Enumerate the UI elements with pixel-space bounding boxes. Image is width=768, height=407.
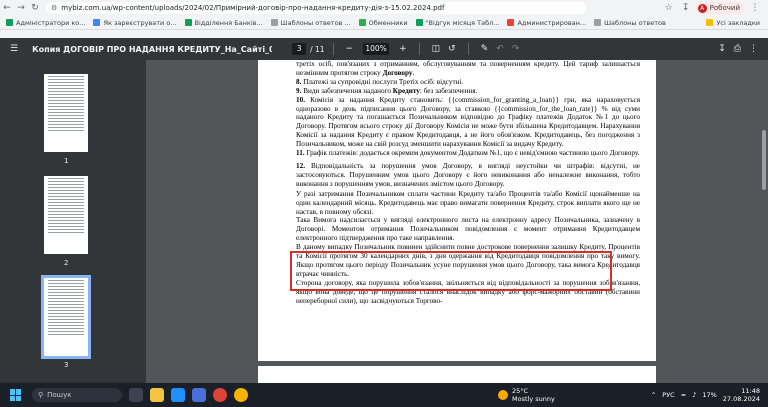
- search-icon: ⚲: [38, 391, 44, 399]
- file-explorer-icon[interactable]: [150, 388, 164, 402]
- redo-icon[interactable]: ↷: [512, 44, 520, 54]
- store-icon[interactable]: [192, 388, 206, 402]
- bookmark-item[interactable]: Шаблоны ответов: [594, 19, 666, 27]
- pdf-title: Копия ДОГОВІР ПРО НАДАННЯ КРЕДИТУ_На_Сай…: [32, 44, 273, 54]
- star-icon[interactable]: ☆: [662, 1, 676, 15]
- item-11: 11. Графік платежів: додається окремим д…: [296, 149, 640, 158]
- page-thumbnail-2[interactable]: [44, 176, 88, 254]
- chrome-profile-icon[interactable]: [234, 388, 248, 402]
- chrome-icon[interactable]: [213, 388, 227, 402]
- weather-widget[interactable]: 25°C Mostly sunny: [498, 387, 555, 403]
- sun-icon: [498, 390, 508, 400]
- zoom-out-icon[interactable]: −: [346, 44, 354, 54]
- page-thumbnail-3[interactable]: [41, 275, 91, 359]
- bookmark-item[interactable]: Адміністратори ко...: [6, 19, 85, 27]
- page-thumbnail-1[interactable]: [44, 74, 88, 152]
- pdf-viewer[interactable]: третіх осіб, пов'язаних з отриманням, об…: [146, 60, 768, 383]
- sheets-icon: [6, 19, 13, 26]
- bookmark-item[interactable]: Шаблоны ответов ...: [270, 19, 351, 27]
- chevron-up-icon[interactable]: ⌃: [651, 391, 656, 399]
- fit-page-icon[interactable]: ◫: [432, 44, 441, 54]
- annotate-pen-icon[interactable]: ✎: [481, 44, 489, 54]
- item-9: 9. Види забезпечення наданого Кредиту: б…: [296, 86, 478, 95]
- system-tray: ⌃ РУС ≈ ♪ 17% 11:48 27.08.2024: [651, 387, 768, 403]
- site-info-icon[interactable]: ⚙: [51, 4, 57, 12]
- profile-button[interactable]: A Робочий: [695, 2, 745, 14]
- wifi-icon[interactable]: ≈: [681, 391, 686, 399]
- zoom-input[interactable]: 100%: [363, 43, 390, 55]
- task-view-icon[interactable]: [129, 388, 143, 402]
- highlight-box: [290, 251, 612, 291]
- page-icon: [594, 19, 602, 26]
- page-number-input[interactable]: 3: [292, 43, 307, 55]
- download-icon[interactable]: ↧: [718, 44, 726, 54]
- url-text: mybiz.com.ua/wp-content/uploads/2024/02/…: [61, 4, 445, 12]
- menu-dots-icon[interactable]: ⋮: [748, 1, 762, 15]
- language-indicator[interactable]: РУС: [662, 391, 674, 399]
- bookmark-item[interactable]: Відділення Банків...: [184, 19, 263, 27]
- taskbar-search[interactable]: ⚲ Пошук: [32, 388, 122, 402]
- bookmark-item[interactable]: Як зареєструвати о...: [93, 19, 177, 27]
- all-bookmarks[interactable]: Усі закладки: [706, 19, 768, 27]
- sidebar-menu-icon[interactable]: ☰: [10, 44, 18, 54]
- back-icon[interactable]: ←: [0, 1, 14, 15]
- thumbnail-label: 2: [64, 259, 69, 267]
- weather-temp: 25°C: [512, 387, 529, 395]
- sheets-icon: [184, 19, 192, 26]
- bookmark-item[interactable]: Обменники: [358, 19, 408, 27]
- windows-start-icon[interactable]: [10, 389, 22, 401]
- item-12: 12. Відповідальність за порушення умов Д…: [296, 161, 640, 188]
- print-icon[interactable]: ⎙: [734, 44, 741, 54]
- sheets-icon: [415, 19, 423, 26]
- weather-desc: Mostly sunny: [512, 395, 555, 403]
- browser-address-row: ← → ↻ ⚙ mybiz.com.ua/wp-content/uploads/…: [0, 0, 768, 16]
- clock-date: 27.08.2024: [722, 395, 760, 403]
- paragraph: Така Вимога надсилається у вигляді елект…: [296, 216, 640, 243]
- browser-spacer: [0, 30, 768, 38]
- item-10: 10. Комісія за надання Кредиту становить…: [296, 95, 641, 149]
- paragraph: У разі затримання Позичальником сплати ч…: [296, 189, 640, 216]
- pdf-page: третіх осіб, пов'язаних з отриманням, об…: [258, 60, 656, 361]
- avatar: A: [697, 3, 707, 13]
- thumbnail-sidebar: 1 2 3: [0, 60, 146, 383]
- edge-icon[interactable]: [171, 388, 185, 402]
- thumbnail-label: 3: [64, 361, 69, 369]
- clock-time: 11:48: [741, 387, 760, 395]
- admin-icon: [507, 19, 515, 26]
- undo-icon[interactable]: ↶: [496, 44, 504, 54]
- pdf-page-next: [258, 366, 656, 383]
- exchange-icon: [358, 19, 366, 26]
- rotate-icon[interactable]: ↺: [448, 44, 456, 54]
- thumbnail-label: 1: [64, 157, 69, 165]
- toolbar-divider: [418, 43, 420, 55]
- more-options-icon[interactable]: ⋮: [749, 44, 758, 54]
- battery-level[interactable]: 17%: [702, 391, 716, 399]
- item-8: 8. Платежі за супровідні послуги Третіх …: [296, 77, 464, 86]
- folder-icon: [706, 19, 714, 26]
- download-icon[interactable]: ↧: [679, 1, 693, 15]
- bookmarks-bar: Адміністратори ко... Як зареєструвати о.…: [0, 16, 768, 30]
- page-icon: [93, 19, 101, 26]
- toolbar-divider: [332, 43, 334, 55]
- bookmark-item[interactable]: "Відгук місяця Табл...: [415, 19, 499, 27]
- clock[interactable]: 11:48 27.08.2024: [723, 387, 760, 403]
- toolbar-divider: [467, 43, 469, 55]
- address-bar[interactable]: ⚙ mybiz.com.ua/wp-content/uploads/2024/0…: [46, 2, 586, 14]
- zoom-in-icon[interactable]: +: [399, 44, 407, 54]
- pdf-toolbar: ☰ Копия ДОГОВІР ПРО НАДАННЯ КРЕДИТУ_На_С…: [0, 38, 768, 60]
- page-icon: [270, 19, 278, 26]
- forward-icon[interactable]: →: [14, 1, 28, 15]
- taskbar: ⚲ Пошук 25°C Mostly sunny ⌃ РУС ≈ ♪ 17% …: [0, 383, 768, 407]
- scrollbar[interactable]: [762, 130, 766, 190]
- profile-name: Робочий: [709, 4, 740, 12]
- reload-icon[interactable]: ↻: [28, 1, 42, 15]
- bookmark-item[interactable]: Администрирован...: [507, 19, 586, 27]
- volume-icon[interactable]: ♪: [692, 391, 696, 399]
- page-total: / 11: [310, 44, 325, 54]
- paragraph: третіх осіб, пов'язаних з отриманням, об…: [296, 60, 640, 77]
